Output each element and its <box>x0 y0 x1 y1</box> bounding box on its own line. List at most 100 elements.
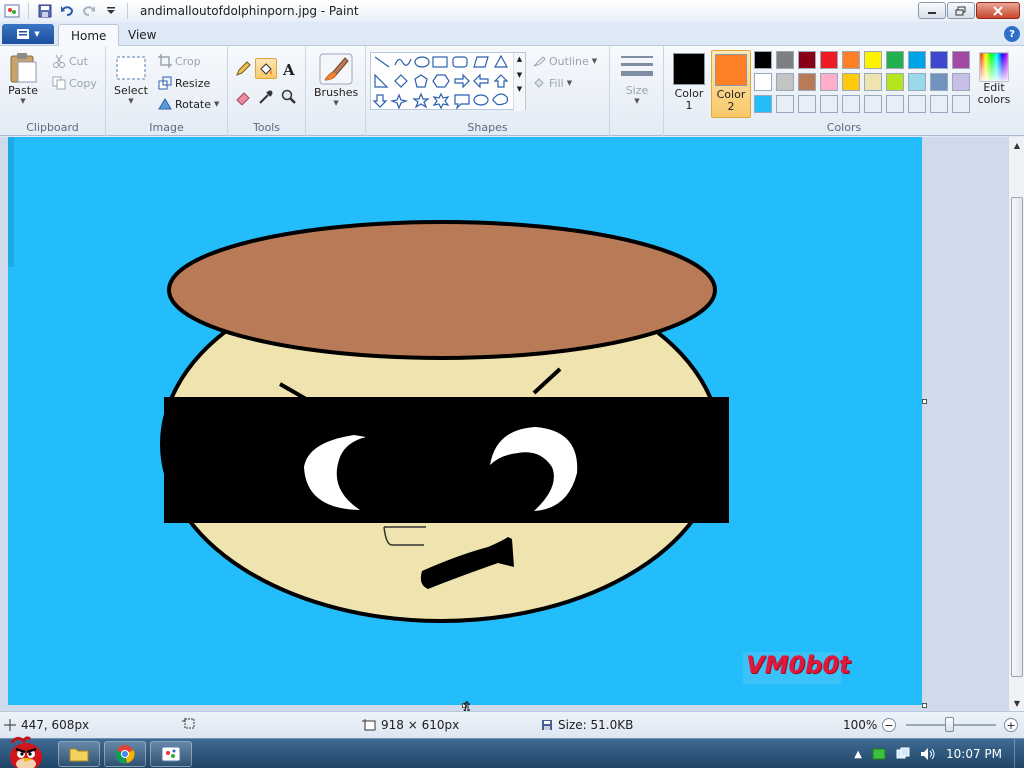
close-button[interactable] <box>976 2 1020 19</box>
palette-swatch[interactable] <box>908 95 926 113</box>
resize-label: Resize <box>175 76 211 90</box>
palette-swatch[interactable] <box>820 95 838 113</box>
palette-swatch[interactable] <box>930 95 948 113</box>
scrollbar-thumb[interactable] <box>1011 197 1023 677</box>
chevron-down-icon[interactable]: ▼ <box>514 71 525 79</box>
palette-swatch[interactable] <box>842 73 860 91</box>
palette-swatch[interactable] <box>886 95 904 113</box>
tray-overflow-icon[interactable]: ▲ <box>854 749 862 760</box>
palette-swatch[interactable] <box>820 51 838 69</box>
palette-swatch[interactable] <box>930 51 948 69</box>
brushes-button[interactable]: Brushes ▼ <box>314 52 358 107</box>
paint-app-icon[interactable] <box>2 1 22 21</box>
show-desktop-button[interactable] <box>1014 739 1024 768</box>
chevron-up-icon[interactable]: ▲ <box>514 55 525 63</box>
palette-swatch[interactable] <box>864 51 882 69</box>
palette-swatch[interactable] <box>908 73 926 91</box>
palette-swatch[interactable] <box>886 73 904 91</box>
shapes-gallery-scrollbar[interactable]: ▲ ▼ ▼ <box>513 53 525 111</box>
color-picker-tool[interactable] <box>255 86 277 107</box>
palette-swatch[interactable] <box>952 51 970 69</box>
chevron-down-icon: ▼ <box>566 79 573 87</box>
clipboard-group-label: Clipboard <box>26 121 79 134</box>
color1-label-b: 1 <box>685 99 693 112</box>
fill-tool[interactable] <box>255 58 277 79</box>
tools-group-label: Tools <box>252 121 281 134</box>
image-dimensions-text: 918 × 610px <box>381 718 460 732</box>
palette-swatch[interactable] <box>776 95 794 113</box>
palette-swatch[interactable] <box>842 51 860 69</box>
zoom-slider-thumb[interactable] <box>945 717 954 732</box>
tab-home[interactable]: Home <box>58 24 120 46</box>
eraser-tool[interactable] <box>232 86 254 107</box>
palette-swatch[interactable] <box>908 51 926 69</box>
chevron-down-icon: ▼ <box>591 57 598 65</box>
pencil-tool[interactable] <box>232 58 254 79</box>
help-icon[interactable]: ? <box>1004 26 1020 42</box>
palette-swatch[interactable] <box>798 95 816 113</box>
palette-swatch[interactable] <box>864 73 882 91</box>
palette-swatch[interactable] <box>952 95 970 113</box>
fill-button[interactable]: Fill ▼ <box>532 76 572 90</box>
save-icon[interactable] <box>35 1 55 21</box>
tab-view[interactable]: View <box>116 24 168 46</box>
palette-swatch[interactable] <box>776 73 794 91</box>
copy-button[interactable]: Copy <box>52 76 97 90</box>
select-button[interactable]: Select ▼ <box>114 54 148 105</box>
customize-qat-icon[interactable] <box>101 1 121 21</box>
palette-swatch[interactable] <box>776 51 794 69</box>
magnifier-tool[interactable] <box>278 86 300 107</box>
cut-label: Cut <box>69 54 88 68</box>
palette-swatch[interactable] <box>798 51 816 69</box>
undo-icon[interactable] <box>57 1 77 21</box>
rotate-button[interactable]: Rotate ▼ <box>158 97 219 111</box>
paint-menu-button[interactable]: ▼ <box>2 24 54 44</box>
cut-button[interactable]: Cut <box>52 54 88 68</box>
title-bar: andimalloutofdolphinporn.jpg - Paint <box>0 0 1024 22</box>
chevron-down-icon: ▼ <box>34 30 40 38</box>
expand-gallery-icon[interactable]: ▼ <box>514 85 525 93</box>
size-button[interactable]: Size ▼ <box>620 52 654 105</box>
palette-swatch[interactable] <box>864 95 882 113</box>
edit-colors-button[interactable]: Edit colors <box>976 52 1012 106</box>
taskbar-explorer[interactable] <box>58 741 100 767</box>
action-center-icon[interactable] <box>872 748 886 760</box>
crop-button[interactable]: Crop <box>158 54 201 68</box>
zoom-out-button[interactable]: − <box>882 718 896 732</box>
redo-icon[interactable] <box>79 1 99 21</box>
resize-handle-corner[interactable] <box>922 703 927 708</box>
taskbar-paint[interactable] <box>150 741 192 767</box>
palette-swatch[interactable] <box>754 73 772 91</box>
minimize-button[interactable] <box>918 2 946 19</box>
palette-swatch[interactable] <box>820 73 838 91</box>
palette-swatch[interactable] <box>930 73 948 91</box>
palette-swatch[interactable] <box>798 73 816 91</box>
paste-button[interactable]: Paste ▼ <box>8 52 38 105</box>
palette-swatch[interactable] <box>886 51 904 69</box>
file-size: Size: 51.0KB <box>541 718 633 732</box>
scroll-up-icon[interactable]: ▲ <box>1009 137 1024 153</box>
palette-swatch[interactable] <box>754 51 772 69</box>
rotate-icon <box>158 98 172 110</box>
palette-swatch[interactable] <box>754 95 772 113</box>
palette-swatch[interactable] <box>842 95 860 113</box>
palette-swatch[interactable] <box>952 73 970 91</box>
network-icon[interactable] <box>896 747 910 761</box>
start-button[interactable] <box>4 733 48 768</box>
color2-button[interactable]: Color 2 <box>711 50 751 118</box>
outline-button[interactable]: Outline ▼ <box>532 54 597 68</box>
restore-button[interactable] <box>947 2 975 19</box>
volume-icon[interactable] <box>920 747 936 761</box>
taskbar-chrome[interactable] <box>104 741 146 767</box>
text-icon: A <box>282 61 295 77</box>
vertical-scrollbar[interactable]: ▲ ▼ <box>1008 137 1024 711</box>
resize-handle-right[interactable] <box>922 399 927 404</box>
scroll-down-icon[interactable]: ▼ <box>1009 695 1024 711</box>
resize-button[interactable]: Resize <box>158 76 210 90</box>
text-tool[interactable]: A <box>278 58 300 79</box>
clock[interactable]: 10:07 PM <box>946 747 1002 761</box>
zoom-in-button[interactable]: + <box>1004 718 1018 732</box>
drawing-canvas[interactable]: VM0b0t <box>8 137 922 705</box>
color1-button[interactable]: Color 1 <box>670 50 708 118</box>
selection-size <box>182 718 196 730</box>
